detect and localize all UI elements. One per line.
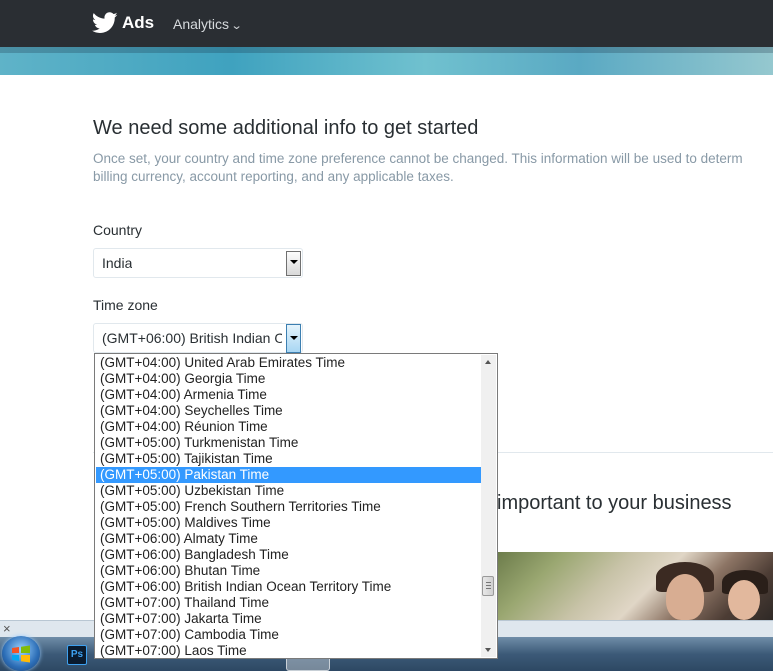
nav-analytics-menu[interactable]: Analytics ⌄ bbox=[173, 16, 243, 32]
timezone-option[interactable]: (GMT+05:00) Pakistan Time bbox=[96, 467, 481, 483]
start-button[interactable] bbox=[2, 636, 40, 671]
twitter-bird-icon bbox=[92, 12, 118, 33]
scroll-up-arrow-icon[interactable] bbox=[481, 355, 496, 370]
timezone-label: Time zone bbox=[93, 297, 158, 313]
timezone-option[interactable]: (GMT+05:00) French Southern Territories … bbox=[96, 499, 481, 515]
dropdown-arrow-icon bbox=[290, 336, 298, 340]
listbox-scrollbar[interactable] bbox=[481, 355, 496, 657]
timezone-option[interactable]: (GMT+05:00) Tajikistan Time bbox=[96, 451, 481, 467]
timezone-option[interactable]: (GMT+07:00) Laos Time bbox=[96, 643, 481, 658]
windows-logo-icon bbox=[12, 645, 30, 663]
timezone-option[interactable]: (GMT+04:00) Seychelles Time bbox=[96, 403, 481, 419]
photoshop-icon[interactable]: Ps bbox=[67, 645, 87, 665]
timezone-select[interactable]: (GMT+06:00) British Indian O bbox=[93, 323, 303, 353]
subtitle-line-1: Once set, your country and time zone pre… bbox=[93, 151, 743, 166]
dropdown-arrow-icon bbox=[290, 260, 298, 264]
hero-heading: important to your business bbox=[497, 492, 732, 514]
timezone-dropdown-button[interactable] bbox=[286, 324, 301, 353]
timezone-option[interactable]: (GMT+04:00) Georgia Time bbox=[96, 371, 481, 387]
timezone-listbox[interactable]: (GMT+04:00) United Arab Emirates Time (GM… bbox=[94, 353, 498, 659]
country-dropdown-button[interactable] bbox=[286, 251, 301, 276]
timezone-option[interactable]: (GMT+05:00) Maldives Time bbox=[96, 515, 481, 531]
page-title: We need some additional info to get star… bbox=[93, 117, 479, 139]
country-select[interactable]: India bbox=[93, 248, 303, 278]
page-subtitle: Once set, your country and time zone pre… bbox=[93, 150, 773, 186]
subtitle-line-2: billing currency, account reporting, and… bbox=[93, 169, 454, 184]
chevron-down-icon: ⌄ bbox=[230, 20, 243, 32]
timezone-option[interactable]: (GMT+06:00) Bhutan Time bbox=[96, 563, 481, 579]
country-value: India bbox=[102, 255, 133, 271]
timezone-option[interactable]: (GMT+06:00) British Indian Ocean Territo… bbox=[96, 579, 481, 595]
photo-figure bbox=[666, 574, 704, 620]
scroll-thumb[interactable] bbox=[482, 576, 494, 596]
scroll-down-arrow-icon[interactable] bbox=[481, 642, 496, 657]
timezone-option[interactable]: (GMT+06:00) Bangladesh Time bbox=[96, 547, 481, 563]
brand-label: Ads bbox=[122, 13, 155, 32]
timezone-option[interactable]: (GMT+04:00) Armenia Time bbox=[96, 387, 481, 403]
timezone-option[interactable]: (GMT+04:00) United Arab Emirates Time bbox=[96, 355, 481, 371]
timezone-option[interactable]: (GMT+07:00) Cambodia Time bbox=[96, 627, 481, 643]
nav-analytics-label: Analytics bbox=[173, 16, 230, 32]
timezone-value: (GMT+06:00) British Indian O bbox=[102, 330, 282, 346]
timezone-option[interactable]: (GMT+07:00) Thailand Time bbox=[96, 595, 481, 611]
country-label: Country bbox=[93, 222, 143, 238]
hero-photo bbox=[496, 552, 773, 620]
timezone-option[interactable]: (GMT+05:00) Turkmenistan Time bbox=[96, 435, 481, 451]
timezone-option[interactable]: (GMT+07:00) Jakarta Time bbox=[96, 611, 481, 627]
banner-shadow bbox=[0, 47, 773, 53]
photo-figure bbox=[728, 580, 760, 620]
close-icon[interactable]: × bbox=[3, 621, 11, 636]
timezone-option[interactable]: (GMT+04:00) Réunion Time bbox=[96, 419, 481, 435]
timezone-option[interactable]: (GMT+05:00) Uzbekistan Time bbox=[96, 483, 481, 499]
ads-logo[interactable]: Ads bbox=[92, 12, 154, 34]
timezone-option[interactable]: (GMT+06:00) Almaty Time bbox=[96, 531, 481, 547]
